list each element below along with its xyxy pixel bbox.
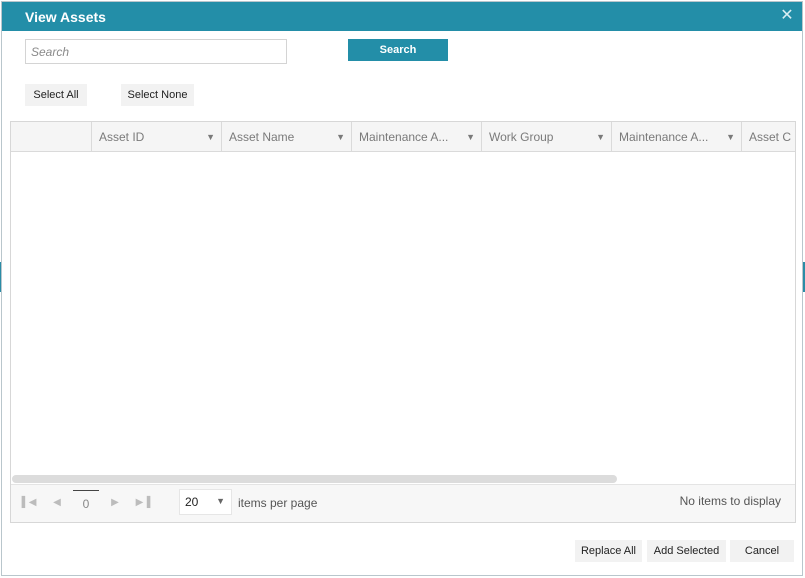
- search-button[interactable]: Search: [348, 39, 448, 61]
- column-header-maintenance-area-2[interactable]: Maintenance A... ▼: [612, 122, 742, 152]
- page-size-value: 20: [185, 495, 199, 509]
- grid-pager: ▌◀ ◀ 0 ▶ ▶▐ 20 ▼ items per page No items…: [11, 484, 795, 522]
- grid-header: Asset ID ▼ Asset Name ▼ Maintenance A...…: [11, 122, 795, 152]
- assets-grid: Asset ID ▼ Asset Name ▼ Maintenance A...…: [10, 121, 796, 523]
- items-per-page-label: items per page: [238, 496, 318, 510]
- column-header-label: Maintenance A...: [359, 130, 449, 144]
- first-page-icon[interactable]: ▌◀: [21, 495, 37, 511]
- search-input[interactable]: [25, 39, 287, 64]
- chevron-down-icon: ▼: [216, 496, 225, 506]
- replace-all-button[interactable]: Replace All: [575, 540, 642, 562]
- column-header-asset-id[interactable]: Asset ID ▼: [92, 122, 222, 152]
- cancel-button[interactable]: Cancel: [730, 540, 794, 562]
- horizontal-scrollbar-thumb[interactable]: [12, 475, 617, 483]
- grid-body: [11, 152, 795, 474]
- column-menu-icon[interactable]: ▼: [206, 122, 215, 152]
- close-icon[interactable]: ✕: [780, 8, 794, 24]
- dialog-title: View Assets: [25, 9, 106, 25]
- column-menu-icon[interactable]: ▼: [336, 122, 345, 152]
- dialog-titlebar: View Assets ✕: [2, 2, 802, 31]
- column-header-label: Asset ID: [99, 130, 145, 144]
- column-header-label: Maintenance A...: [619, 130, 709, 144]
- column-header-asset-c[interactable]: Asset C: [742, 122, 795, 152]
- select-all-button[interactable]: Select All: [25, 84, 87, 106]
- pager-status: No items to display: [679, 494, 781, 508]
- previous-page-icon[interactable]: ◀: [49, 495, 65, 511]
- column-header-work-group[interactable]: Work Group ▼: [482, 122, 612, 152]
- last-page-icon[interactable]: ▶▐: [135, 495, 151, 511]
- column-header-maintenance-area-1[interactable]: Maintenance A... ▼: [352, 122, 482, 152]
- column-header-select[interactable]: [11, 122, 92, 152]
- add-selected-button[interactable]: Add Selected: [647, 540, 726, 562]
- view-assets-dialog: View Assets ✕ Search Select All Select N…: [1, 1, 803, 576]
- column-header-asset-name[interactable]: Asset Name ▼: [222, 122, 352, 152]
- next-page-icon[interactable]: ▶: [107, 495, 123, 511]
- column-menu-icon[interactable]: ▼: [726, 122, 735, 152]
- column-menu-icon[interactable]: ▼: [466, 122, 475, 152]
- horizontal-scrollbar[interactable]: [11, 474, 795, 484]
- select-none-button[interactable]: Select None: [121, 84, 194, 106]
- column-menu-icon[interactable]: ▼: [596, 122, 605, 152]
- column-header-label: Asset Name: [229, 130, 295, 144]
- column-header-label: Asset C: [749, 130, 792, 144]
- column-header-label: Work Group: [489, 130, 554, 144]
- current-page[interactable]: 0: [73, 490, 99, 516]
- page-size-dropdown[interactable]: 20 ▼: [179, 489, 232, 515]
